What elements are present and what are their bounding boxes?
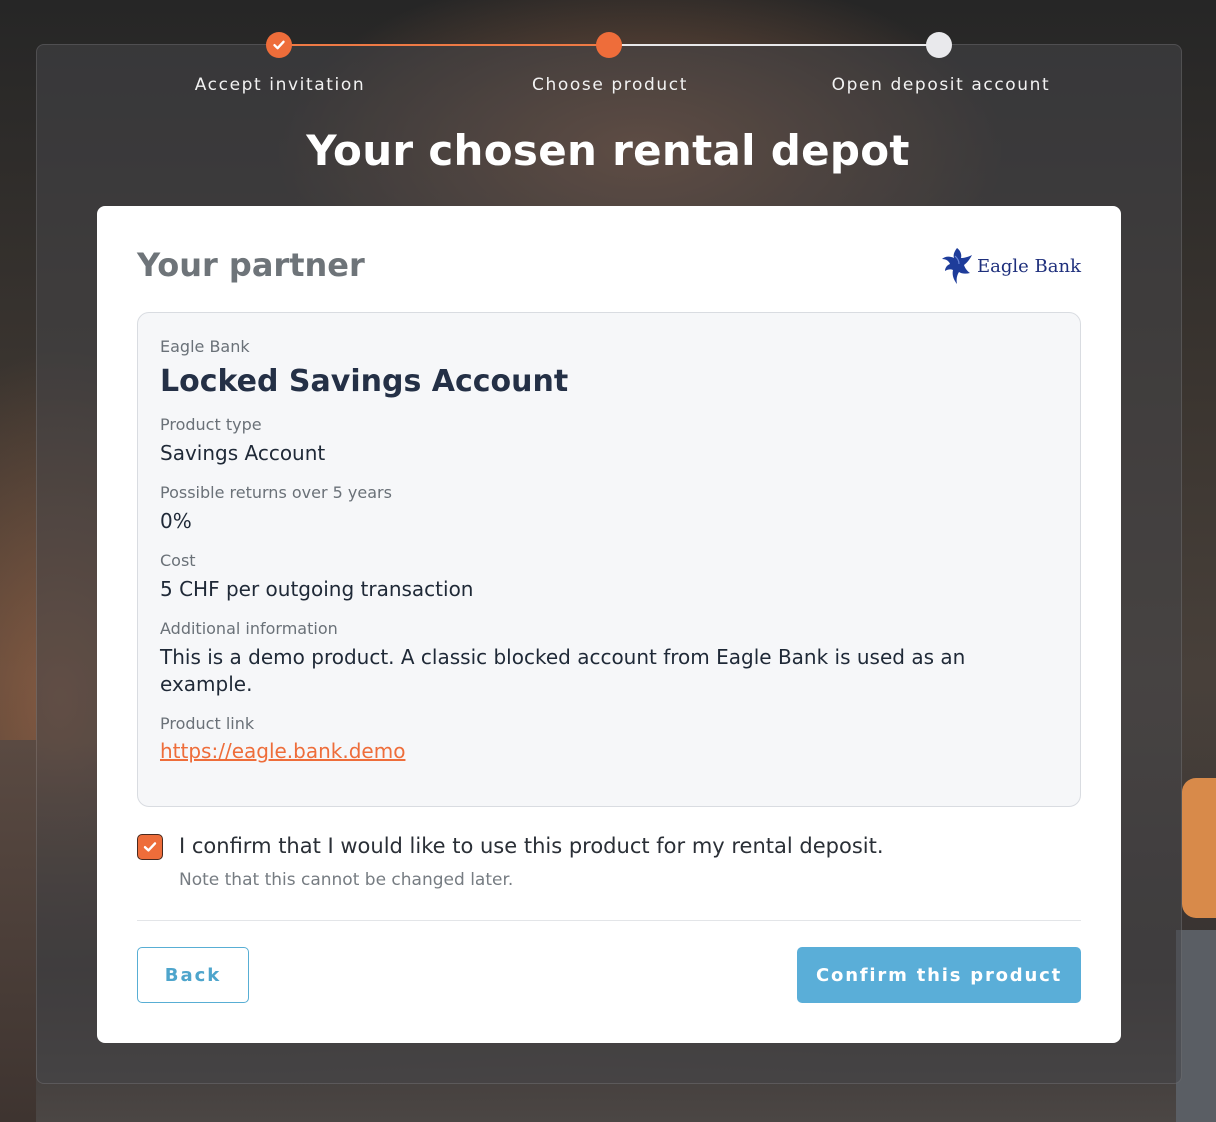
step-connector-completed: [279, 44, 609, 46]
step-2-indicator: [596, 32, 622, 58]
step-1-indicator: [266, 32, 292, 58]
product-card: Your partner Eagle Bank Eagle Bank Locke…: [97, 206, 1121, 1043]
product-details: Eagle Bank Locked Savings Account Produc…: [137, 312, 1081, 807]
step-connector-upcoming: [609, 44, 939, 46]
product-field: Additional information This is a demo pr…: [160, 619, 1058, 698]
product-link-field: Product link https://eagle.bank.demo: [160, 714, 1058, 763]
confirm-product-button[interactable]: Confirm this product: [797, 947, 1081, 1003]
field-value: 5 CHF per outgoing transaction: [160, 577, 474, 601]
background-pillow: [1182, 778, 1216, 918]
progress-stepper: Accept invitation Choose product Open de…: [0, 0, 1216, 130]
step-2-label: Choose product: [532, 75, 688, 95]
step-3-label: Open deposit account: [831, 75, 1051, 95]
product-field: Cost 5 CHF per outgoing transaction: [160, 551, 1058, 603]
step-3-indicator: [926, 32, 952, 58]
field-label: Additional information: [160, 619, 338, 638]
page-title: Your chosen rental depot: [306, 126, 910, 175]
step-1-label: Accept invitation: [194, 75, 366, 95]
background-chair: [0, 740, 36, 1122]
field-label: Cost: [160, 551, 196, 570]
confirm-label[interactable]: I confirm that I would like to use this …: [179, 834, 884, 858]
divider: [137, 920, 1081, 921]
product-link-label: Product link: [160, 714, 255, 733]
confirm-checkbox[interactable]: [137, 834, 163, 860]
product-link[interactable]: https://eagle.bank.demo: [160, 739, 405, 763]
product-bank-name: Eagle Bank: [160, 337, 250, 356]
field-value: Savings Account: [160, 441, 326, 465]
field-value: 0%: [160, 509, 192, 533]
product-field: Possible returns over 5 years 0%: [160, 483, 1058, 535]
field-label: Possible returns over 5 years: [160, 483, 392, 502]
card-title: Your partner: [137, 246, 365, 284]
field-label: Product type: [160, 415, 262, 434]
check-icon: [273, 40, 285, 50]
eagle-icon: [942, 248, 973, 284]
product-name: Locked Savings Account: [160, 364, 569, 399]
bank-logo: Eagle Bank: [941, 244, 1081, 288]
field-value: This is a demo product. A classic blocke…: [160, 645, 966, 696]
bank-logo-text: Eagle Bank: [977, 255, 1081, 277]
product-field: Product type Savings Account: [160, 415, 1058, 467]
background-sofa: [1176, 930, 1216, 1122]
confirm-note: Note that this cannot be changed later.: [179, 870, 514, 890]
back-button[interactable]: Back: [137, 947, 249, 1003]
check-icon: [143, 842, 157, 852]
